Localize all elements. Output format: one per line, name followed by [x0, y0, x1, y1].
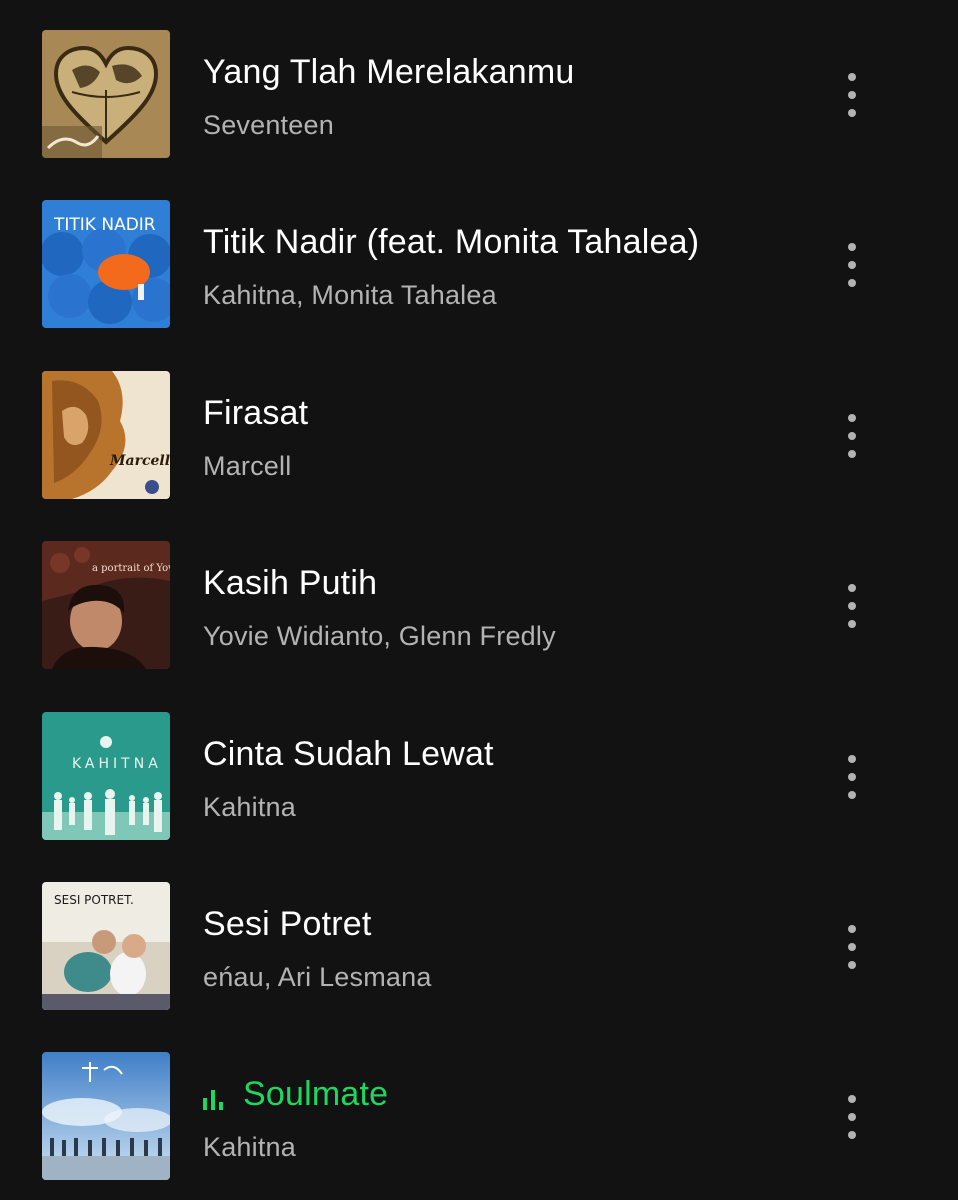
track-artist: Kahitna, Monita Tahalea	[203, 280, 497, 310]
cover-text: Marcell	[109, 453, 170, 469]
more-options-button[interactable]	[830, 917, 874, 977]
cover-text: KAHITNA	[72, 756, 162, 772]
track-title: Sesi Potret	[203, 904, 372, 943]
track-row-now-playing[interactable]: Soulmate Kahitna	[0, 1052, 958, 1182]
album-cover: SESI POTRET.	[42, 882, 170, 1010]
more-options-button[interactable]	[830, 406, 874, 466]
album-cover: KAHITNA	[42, 712, 170, 840]
album-cover	[42, 30, 170, 158]
track-title: Cinta Sudah Lewat	[203, 734, 494, 773]
more-options-button[interactable]	[830, 65, 874, 125]
track-row[interactable]: Marcell Firasat Marcell	[0, 371, 958, 501]
album-cover: TITIK NADIR	[42, 200, 170, 328]
album-cover-sky-group-icon	[42, 1052, 170, 1180]
track-artist: Kahitna	[203, 1132, 296, 1162]
more-options-button[interactable]	[830, 576, 874, 636]
album-cover-portrait-dark-icon: a portrait of Yovie	[42, 541, 170, 669]
more-vertical-icon	[848, 1095, 856, 1103]
cover-text: a portrait of Yovie	[92, 563, 170, 574]
more-vertical-icon	[848, 414, 856, 422]
track-artist: Seventeen	[203, 110, 334, 140]
track-title: Kasih Putih	[203, 563, 378, 602]
album-cover: Marcell	[42, 371, 170, 499]
album-cover-umbrellas-icon: TITIK NADIR	[42, 200, 170, 328]
track-row[interactable]: KAHITNA Cinta Sudah Lewat Kahitna	[0, 712, 958, 842]
track-row[interactable]: TITIK NADIR Titik Nadir (feat. Monita Ta…	[0, 200, 958, 330]
track-title: Yang Tlah Merelakanmu	[203, 52, 575, 91]
track-row[interactable]: Yang Tlah Merelakanmu Seventeen	[0, 30, 958, 160]
more-options-button[interactable]	[830, 1087, 874, 1147]
album-cover: a portrait of Yovie	[42, 541, 170, 669]
more-options-button[interactable]	[830, 235, 874, 295]
more-vertical-icon	[848, 243, 856, 251]
track-row[interactable]: SESI POTRET. Sesi Potret eńau, Ari Lesma…	[0, 882, 958, 1012]
album-cover-photo-icon: SESI POTRET.	[42, 882, 170, 1010]
track-title: Titik Nadir (feat. Monita Tahalea)	[203, 222, 700, 261]
more-vertical-icon	[848, 755, 856, 763]
album-cover-portrait-icon: Marcell	[42, 371, 170, 499]
more-options-button[interactable]	[830, 747, 874, 807]
track-title: Firasat	[203, 393, 309, 432]
cover-text: SESI POTRET.	[54, 893, 134, 907]
more-vertical-icon	[848, 584, 856, 592]
album-cover-heart-map-icon	[42, 30, 170, 158]
track-list: Yang Tlah Merelakanmu Seventeen TITIK NA…	[0, 0, 958, 1200]
album-cover-silhouettes-icon: KAHITNA	[42, 712, 170, 840]
cover-text: TITIK NADIR	[53, 215, 156, 235]
track-artist: eńau, Ari Lesmana	[203, 962, 432, 992]
now-playing-equalizer-icon	[203, 1090, 227, 1110]
album-cover	[42, 1052, 170, 1180]
track-artist: Marcell	[203, 451, 292, 481]
track-artist: Kahitna	[203, 792, 296, 822]
track-row[interactable]: a portrait of Yovie Kasih Putih Yovie Wi…	[0, 541, 958, 671]
track-title: Soulmate	[243, 1074, 389, 1113]
track-artist: Yovie Widianto, Glenn Fredly	[203, 621, 556, 651]
more-vertical-icon	[848, 73, 856, 81]
more-vertical-icon	[848, 925, 856, 933]
